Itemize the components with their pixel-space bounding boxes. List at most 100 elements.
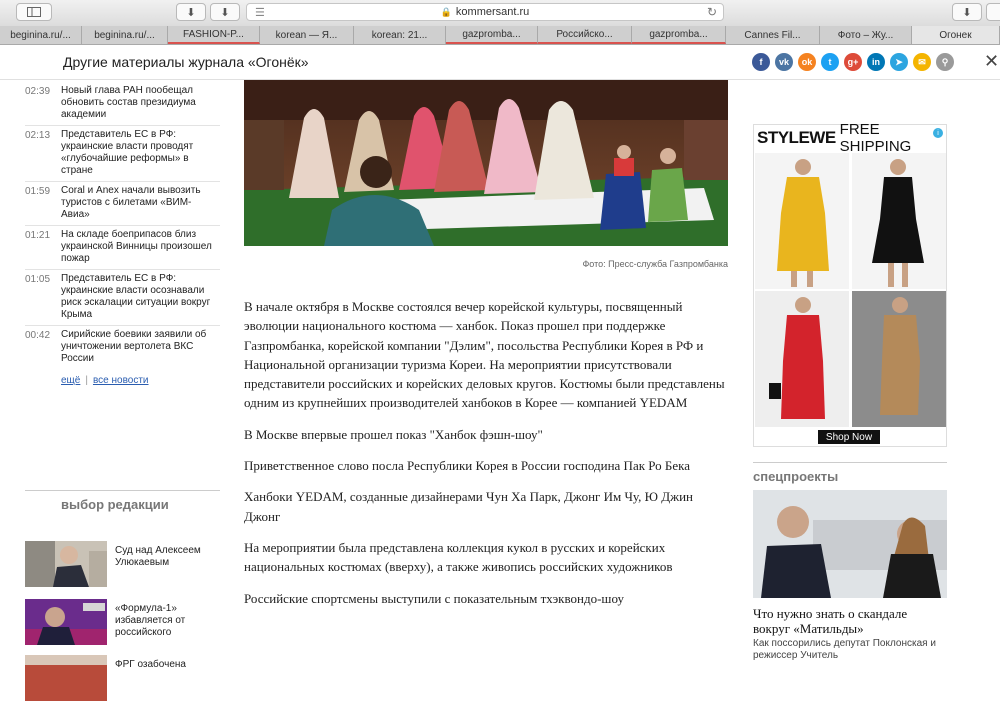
dress-image xyxy=(755,291,849,427)
news-time: 01:21 xyxy=(25,230,51,241)
download-button-1[interactable]: ⬇ xyxy=(176,3,206,21)
news-headline[interactable]: Представитель ЕС в РФ: украинские власти… xyxy=(61,129,220,177)
ad-image-yellow-dress[interactable] xyxy=(755,153,849,289)
news-time: 01:59 xyxy=(25,186,51,197)
editor-headline[interactable]: ФРГ озабочена xyxy=(115,659,186,701)
tab-1[interactable]: beginina.ru/... xyxy=(0,26,82,44)
tab-8[interactable]: gazpromba... xyxy=(632,26,726,44)
reader-icon[interactable]: ☰ xyxy=(255,6,265,19)
twitter-icon[interactable]: t xyxy=(821,53,839,71)
news-headline[interactable]: Новый глава РАН пообещал обновить состав… xyxy=(61,85,220,121)
photo-caption: Фото: Пресс-служба Газпромбанка xyxy=(582,259,728,269)
tab-11-active[interactable]: Огонек xyxy=(912,26,1000,44)
list-item[interactable]: ФРГ озабочена xyxy=(25,655,220,701)
tab-bar: beginina.ru/... beginina.ru/... FASHION-… xyxy=(0,26,1000,45)
news-headline[interactable]: На складе боеприпасов близ украинской Ви… xyxy=(61,229,220,265)
linkedin-icon[interactable]: in xyxy=(867,53,885,71)
url-text: kommersant.ru xyxy=(455,6,530,18)
special-project-photo[interactable] xyxy=(753,490,947,598)
vk-icon[interactable]: vk xyxy=(775,53,793,71)
ad-shipping: FREE SHIPPING xyxy=(839,121,912,155)
more-link[interactable]: ещё xyxy=(61,375,80,386)
special-project-subtitle: Как поссорились депутат Поклонская и реж… xyxy=(753,638,936,661)
dress-image xyxy=(852,153,946,289)
all-news-link[interactable]: все новости xyxy=(93,375,149,386)
adchoices-icon[interactable]: i xyxy=(933,128,943,138)
page-title[interactable]: Другие материалы журнала «Огонёк» xyxy=(63,54,309,70)
thumbnail-image[interactable] xyxy=(25,655,107,701)
news-feed: 02:39 Новый глава РАН пообещал обновить … xyxy=(25,82,220,386)
article-photo xyxy=(244,80,728,246)
article-paragraph: В начале октября в Москве состоялся вече… xyxy=(244,299,725,411)
article-paragraph: В Москве впервые прошел показ "Ханбок фэ… xyxy=(244,426,543,442)
section-title: выбор редакции xyxy=(61,497,169,512)
tab-6[interactable]: gazpromba... xyxy=(446,26,538,44)
odnoklassniki-icon[interactable]: ok xyxy=(798,53,816,71)
downloads-button[interactable]: ⬇ xyxy=(952,3,982,21)
news-headline[interactable]: Coral и Anex начали вывозить туристов с … xyxy=(61,185,220,221)
thumbnail-image[interactable] xyxy=(25,541,107,587)
search-icon[interactable]: ⚲ xyxy=(936,53,954,71)
dress-image xyxy=(852,291,946,427)
google-plus-icon[interactable]: g+ xyxy=(844,53,862,71)
special-project-headline[interactable]: Что нужно знать о скандале вокруг «Матил… xyxy=(753,606,947,636)
sidebar-icon xyxy=(27,7,41,17)
list-item[interactable]: 02:13 Представитель ЕС в РФ: украинские … xyxy=(25,126,220,182)
ad-header: STYLEWE FREE SHIPPING xyxy=(754,121,946,155)
news-time: 01:05 xyxy=(25,274,51,285)
social-bar: f vk ok t g+ in ➤ ✉ ⚲ xyxy=(752,53,954,71)
shop-now-button[interactable]: Shop Now xyxy=(818,430,880,444)
telegram-icon[interactable]: ➤ xyxy=(890,53,908,71)
close-icon[interactable]: ✕ xyxy=(984,51,999,72)
list-item[interactable]: 00:42 Сирийские боевики заявили об уничт… xyxy=(25,326,220,369)
special-project-image xyxy=(753,490,947,598)
thumbnail-image[interactable] xyxy=(25,599,107,645)
separator: | xyxy=(85,375,88,386)
list-item[interactable]: 01:59 Coral и Anex начали вывозить турис… xyxy=(25,182,220,226)
divider xyxy=(753,462,947,463)
editor-headline[interactable]: «Формула-1» избавляется от российского xyxy=(115,603,220,645)
download-icon: ⬇ xyxy=(186,6,196,19)
article-paragraph: Ханбоки YEDAM, созданные дизайнерами Чун… xyxy=(244,489,693,524)
news-headline[interactable]: Представитель ЕС в РФ: украинские власти… xyxy=(61,273,220,321)
tab-10[interactable]: Фото – Жу... xyxy=(820,26,912,44)
advertisement[interactable]: STYLEWE FREE SHIPPING i Shop Now xyxy=(753,121,947,447)
editors-choice: выбор редакции Суд над Алексеем Улюкаевы… xyxy=(25,490,220,701)
sidebar-toggle-button[interactable] xyxy=(16,3,52,21)
list-item[interactable]: 01:05 Представитель ЕС в РФ: украинские … xyxy=(25,270,220,326)
ad-brand: STYLEWE xyxy=(757,128,836,147)
site-header: Другие материалы журнала «Огонёк» f vk o… xyxy=(0,45,1000,80)
share-button[interactable] xyxy=(986,3,1000,21)
tab-3[interactable]: FASHION-P... xyxy=(168,26,260,44)
section-title: спецпроекты xyxy=(753,469,839,484)
list-item[interactable]: «Формула-1» избавляется от российского xyxy=(25,599,220,645)
ad-image-beige-dress[interactable] xyxy=(852,291,946,427)
browser-toolbar: ⬇ ⬇ ☰ 🔒 kommersant.ru ↻ ⬇ xyxy=(0,0,1000,27)
list-item[interactable]: Суд над Алексеем Улюкаевым xyxy=(25,541,220,587)
reload-icon[interactable]: ↻ xyxy=(707,5,717,19)
download-icon: ⬇ xyxy=(220,6,230,19)
ad-image-black-dress[interactable] xyxy=(852,153,946,289)
facebook-icon[interactable]: f xyxy=(752,53,770,71)
address-bar[interactable]: ☰ 🔒 kommersant.ru ↻ xyxy=(246,3,724,21)
tab-4[interactable]: korean — Я... xyxy=(260,26,354,44)
list-item[interactable]: 02:39 Новый глава РАН пообещал обновить … xyxy=(25,82,220,126)
list-item[interactable]: 01:21 На складе боеприпасов близ украинс… xyxy=(25,226,220,270)
download-icon: ⬇ xyxy=(962,6,972,19)
news-time: 00:42 xyxy=(25,330,51,341)
news-headline[interactable]: Сирийские боевики заявили об уничтожении… xyxy=(61,329,220,365)
tab-7[interactable]: Российско... xyxy=(538,26,632,44)
tab-2[interactable]: beginina.ru/... xyxy=(82,26,168,44)
news-time: 02:13 xyxy=(25,130,51,141)
editor-headline[interactable]: Суд над Алексеем Улюкаевым xyxy=(115,545,220,587)
hanbok-show-image xyxy=(244,80,728,246)
ad-image-red-dress[interactable] xyxy=(755,291,849,427)
dress-image xyxy=(755,153,849,289)
tab-9[interactable]: Cannes Fil... xyxy=(726,26,820,44)
article-body: В начале октября в Москве состоялся вече… xyxy=(244,297,728,620)
email-icon[interactable]: ✉ xyxy=(913,53,931,71)
article-paragraph: На мероприятии была представлена коллекц… xyxy=(244,539,673,575)
news-time: 02:39 xyxy=(25,86,51,97)
download-button-2[interactable]: ⬇ xyxy=(210,3,240,21)
tab-5[interactable]: korean: 21... xyxy=(354,26,446,44)
